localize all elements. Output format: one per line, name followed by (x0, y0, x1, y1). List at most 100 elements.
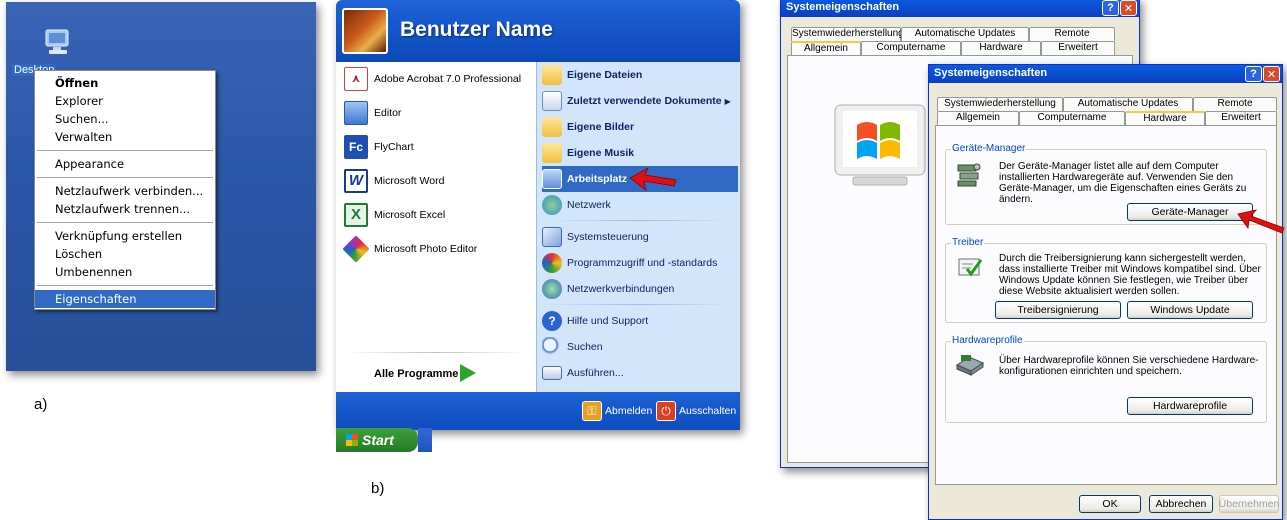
windows-update-button[interactable]: Windows Update (1127, 301, 1253, 319)
hardware-profile-icon (955, 355, 985, 376)
program-flychart[interactable]: Fc FlyChart (344, 130, 534, 164)
window-title: Systemeigenschaften (786, 1, 900, 13)
menu-item-properties[interactable]: Eigenschaften (35, 290, 215, 308)
folder-music-icon (542, 143, 562, 163)
user-avatar[interactable] (342, 8, 388, 54)
tab-computer-name[interactable]: Computername (861, 41, 961, 55)
places-separator (546, 220, 732, 221)
place-network[interactable]: Netzwerk (542, 192, 738, 218)
search-icon (542, 337, 562, 357)
start-button[interactable]: Start (336, 428, 418, 452)
device-manager-description: Der Geräte-Manager listet alle auf dem C… (999, 161, 1247, 205)
power-icon: ⏻ (656, 401, 676, 421)
recent-documents-icon (542, 91, 562, 111)
excel-icon: X (344, 203, 368, 227)
driver-signing-button[interactable]: Treibersignierung (995, 301, 1121, 319)
menu-item-search[interactable]: Suchen... (35, 110, 215, 128)
logoff-button[interactable]: ⚿ Abmelden (582, 400, 652, 422)
menu-item-map-drive[interactable]: Netzlaufwerk verbinden... (35, 182, 215, 200)
menu-item-create-shortcut[interactable]: Verknüpfung erstellen (35, 227, 215, 245)
tab-row-top: Systemwiederherstellung Automatische Upd… (937, 97, 1277, 111)
close-icon[interactable]: ✕ (1263, 66, 1280, 82)
menu-item-open[interactable]: Öffnen (35, 74, 215, 92)
menu-item-manage[interactable]: Verwalten (35, 128, 215, 146)
program-excel[interactable]: X Microsoft Excel (344, 198, 534, 232)
menu-item-disconnect-drive[interactable]: Netzlaufwerk trennen... (35, 200, 215, 218)
program-label: Microsoft Word (374, 175, 445, 187)
start-menu: Benutzer Name ⋏ Adobe Acrobat 7.0 Profes… (336, 0, 740, 430)
help-icon[interactable]: ? (1245, 66, 1262, 82)
apply-button[interactable]: Übernehmen (1219, 495, 1279, 513)
device-manager-button[interactable]: Geräte-Manager (1127, 203, 1253, 221)
desktop-computer-icon[interactable] (44, 28, 74, 56)
system-properties-window-front: Systemeigenschaften ? ✕ Systemwiederhers… (928, 64, 1283, 520)
place-network-connections[interactable]: Netzwerkverbindungen (542, 276, 738, 302)
close-icon[interactable]: ✕ (1120, 0, 1137, 16)
tab-remote[interactable]: Remote (1029, 27, 1115, 41)
all-programs-label[interactable]: Alle Programme (374, 368, 458, 380)
place-run[interactable]: Ausführen... (542, 360, 738, 386)
desktop-panel: Desktop Öffnen Explorer Suchen... Verwal… (6, 2, 316, 371)
place-my-pictures[interactable]: Eigene Bilder (542, 114, 738, 140)
place-label: Netzwerk (567, 199, 611, 211)
program-access-icon (542, 253, 562, 273)
help-icon[interactable]: ? (1102, 0, 1119, 16)
program-acrobat[interactable]: ⋏ Adobe Acrobat 7.0 Professional (344, 62, 534, 96)
place-my-documents[interactable]: Eigene Dateien (542, 62, 738, 88)
program-photo-editor[interactable]: Microsoft Photo Editor (342, 232, 534, 266)
tab-system-restore[interactable]: Systemwiederherstellung (937, 97, 1063, 111)
folder-documents-icon (542, 65, 562, 85)
taskbar (418, 428, 432, 452)
ok-button[interactable]: OK (1079, 495, 1141, 513)
menu-item-explorer[interactable]: Explorer (35, 92, 215, 110)
context-menu: Öffnen Explorer Suchen... Verwalten Appe… (34, 70, 216, 310)
key-icon: ⚿ (582, 401, 602, 421)
network-connections-icon (542, 279, 562, 299)
hardware-profiles-button[interactable]: Hardwareprofile (1127, 397, 1253, 415)
tab-row-bottom: Allgemein Computername Hardware Erweiter… (937, 111, 1277, 125)
program-editor[interactable]: Editor (344, 96, 534, 130)
menu-item-delete[interactable]: Löschen (35, 245, 215, 263)
place-program-access[interactable]: Programmzugriff und -standards (542, 250, 738, 276)
place-recent-documents[interactable]: Zuletzt verwendete Dokumente ▶ (542, 88, 738, 114)
place-help-support[interactable]: ? Hilfe und Support (542, 308, 738, 334)
tab-hardware[interactable]: Hardware (961, 41, 1041, 55)
start-label: Start (362, 432, 394, 448)
my-computer-icon (542, 169, 562, 189)
caption-b: b) (371, 480, 385, 497)
place-my-music[interactable]: Eigene Musik (542, 140, 738, 166)
menu-separator (37, 177, 213, 178)
menu-separator (37, 150, 213, 151)
window-title: Systemeigenschaften (934, 67, 1048, 79)
program-label: Editor (374, 107, 402, 119)
tab-computer-name[interactable]: Computername (1019, 111, 1125, 125)
tab-automatic-updates[interactable]: Automatische Updates (901, 27, 1029, 41)
cancel-button[interactable]: Abbrechen (1149, 495, 1213, 513)
caption-a: a) (34, 396, 48, 413)
program-word[interactable]: W Microsoft Word (344, 164, 534, 198)
place-label: Suchen (567, 341, 603, 353)
menu-item-appearance[interactable]: Appearance (35, 155, 215, 173)
user-name: Benutzer Name (400, 18, 553, 41)
tab-general[interactable]: Allgemein (791, 41, 861, 55)
menu-item-rename[interactable]: Umbenennen (35, 263, 215, 281)
tab-automatic-updates[interactable]: Automatische Updates (1063, 97, 1193, 111)
flychart-icon: Fc (344, 135, 368, 159)
menu-separator (37, 285, 213, 286)
place-control-panel[interactable]: Systemsteuerung (542, 224, 738, 250)
place-search[interactable]: Suchen (542, 334, 738, 360)
windows-flag-icon (346, 434, 358, 446)
tab-general[interactable]: Allgemein (937, 111, 1019, 125)
red-pointer-arrow-icon (1237, 209, 1285, 234)
shutdown-button[interactable]: ⏻ Ausschalten (656, 400, 736, 422)
window-titlebar: Systemeigenschaften ? ✕ (781, 0, 1139, 17)
tab-advanced[interactable]: Erweitert (1205, 111, 1277, 125)
tab-remote[interactable]: Remote (1193, 97, 1277, 111)
tab-advanced[interactable]: Erweitert (1041, 41, 1115, 55)
tab-hardware[interactable]: Hardware (1125, 111, 1205, 125)
hardware-profiles-description: Über Hardwareprofile können Sie verschie… (999, 355, 1259, 377)
menu-separator (37, 222, 213, 223)
place-label: Eigene Musik (567, 147, 635, 159)
tab-system-restore[interactable]: Systemwiederherstellung (791, 27, 904, 41)
place-label: Arbeitsplatz (567, 173, 628, 185)
